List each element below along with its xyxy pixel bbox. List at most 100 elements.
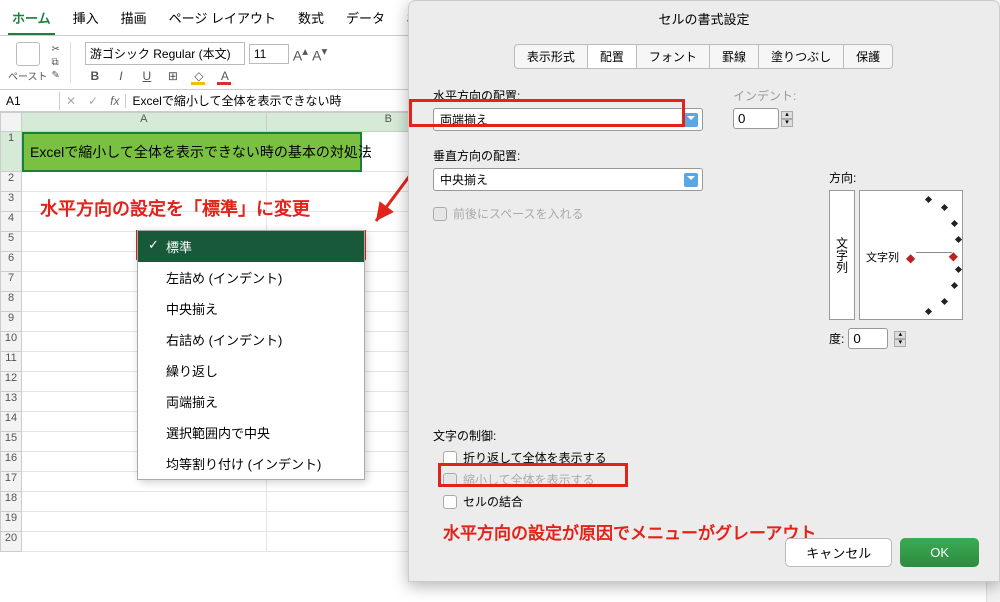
- bold-button[interactable]: B: [85, 69, 105, 83]
- merge-checkbox[interactable]: [443, 495, 457, 509]
- shrink-label: 縮小して全体を表示する: [463, 471, 595, 488]
- orientation-text: 文字列: [866, 249, 899, 265]
- paste-group: ペースト ✂︎ ⧉ ✎: [8, 42, 71, 83]
- font-size-down-icon[interactable]: A▾: [312, 44, 327, 64]
- space-checkbox: [433, 207, 447, 221]
- dlg-tab-fill[interactable]: 塗りつぶし: [758, 44, 844, 69]
- row-header[interactable]: 15: [0, 432, 22, 452]
- annotation-text: 水平方向の設定が原因でメニューがグレーアウト: [443, 519, 816, 544]
- cut-icon[interactable]: ✂︎: [52, 44, 60, 55]
- h-align-dropdown: 標準 左詰め (インデント) 中央揃え 右詰め (インデント) 繰り返し 両端揃…: [137, 230, 365, 480]
- h-align-label: 水平方向の配置:: [433, 87, 703, 104]
- font-group: 游ゴシック Regular (本文) 11 A▴ A▾ B I U ⊞ ◇ A: [77, 42, 335, 83]
- wrap-checkbox[interactable]: [443, 451, 457, 465]
- indent-stepper[interactable]: ▴▾: [781, 111, 793, 127]
- row-header[interactable]: 12: [0, 372, 22, 392]
- orientation-vertical-button[interactable]: 文字列: [829, 190, 855, 320]
- wrap-label: 折り返して全体を表示する: [463, 449, 607, 466]
- dd-item-center[interactable]: 中央揃え: [138, 293, 364, 324]
- v-align-select[interactable]: 中央揃え: [433, 168, 703, 191]
- dd-item-repeat[interactable]: 繰り返し: [138, 355, 364, 386]
- row-header[interactable]: 13: [0, 392, 22, 412]
- tab-layout[interactable]: ページ レイアウト: [165, 4, 280, 35]
- degree-input[interactable]: [848, 328, 888, 349]
- row-header[interactable]: 14: [0, 412, 22, 432]
- col-header-a[interactable]: A: [22, 112, 267, 132]
- h-align-value: 両端揃え: [440, 111, 488, 128]
- dd-item-left[interactable]: 左詰め (インデント): [138, 262, 364, 293]
- indent-label: インデント:: [733, 87, 796, 104]
- dlg-tab-alignment[interactable]: 配置: [587, 44, 637, 69]
- font-name-select[interactable]: 游ゴシック Regular (本文): [85, 42, 245, 65]
- dlg-tab-protect[interactable]: 保護: [843, 44, 893, 69]
- fx-label[interactable]: fx: [104, 94, 126, 108]
- h-align-select[interactable]: 両端揃え: [433, 108, 703, 131]
- cell-text: Excelで縮小して全体を表示できない時の基本の対処法: [30, 142, 372, 162]
- confirm-formula-icon[interactable]: ✓: [82, 94, 104, 108]
- cancel-button[interactable]: キャンセル: [785, 538, 892, 567]
- border-button[interactable]: ⊞: [163, 69, 183, 83]
- dialog-tabs: 表示形式 配置 フォント 罫線 塗りつぶし 保護: [409, 44, 999, 69]
- row-header[interactable]: 7: [0, 272, 22, 292]
- row-header[interactable]: 6: [0, 252, 22, 272]
- dlg-tab-font[interactable]: フォント: [636, 44, 710, 69]
- copy-icon[interactable]: ⧉: [52, 57, 60, 68]
- row-header[interactable]: 16: [0, 452, 22, 472]
- row-header[interactable]: 19: [0, 512, 22, 532]
- orientation-label: 方向:: [829, 169, 963, 186]
- cancel-formula-icon[interactable]: ✕: [60, 94, 82, 108]
- dd-item-center-across[interactable]: 選択範囲内で中央: [138, 417, 364, 448]
- row-header[interactable]: 8: [0, 292, 22, 312]
- row-header[interactable]: 3: [0, 192, 22, 212]
- tab-draw[interactable]: 描画: [117, 4, 151, 35]
- orientation-dial[interactable]: 文字列 ◆ ◆: [859, 190, 963, 320]
- degree-label: 度:: [829, 330, 844, 347]
- font-size-select[interactable]: 11: [249, 44, 289, 64]
- v-align-label: 垂直方向の配置:: [433, 147, 703, 164]
- dd-item-distributed[interactable]: 均等割り付け (インデント): [138, 448, 364, 479]
- ok-button[interactable]: OK: [900, 538, 979, 567]
- dd-item-standard[interactable]: 標準: [138, 231, 364, 262]
- paste-icon[interactable]: [16, 42, 40, 66]
- shrink-checkbox: [443, 473, 457, 487]
- fill-color-button[interactable]: ◇: [189, 69, 209, 83]
- row-header[interactable]: 1: [0, 132, 22, 172]
- row-header[interactable]: 5: [0, 232, 22, 252]
- row-header[interactable]: 4: [0, 212, 22, 232]
- chevron-down-icon: [684, 113, 698, 127]
- underline-button[interactable]: U: [137, 69, 157, 83]
- dd-item-right[interactable]: 右詰め (インデント): [138, 324, 364, 355]
- space-label: 前後にスペースを入れる: [453, 205, 584, 222]
- name-box[interactable]: A1: [0, 92, 60, 110]
- format-cells-dialog: セルの書式設定 表示形式 配置 フォント 罫線 塗りつぶし 保護 水平方向の配置…: [408, 0, 1000, 582]
- row-header[interactable]: 20: [0, 532, 22, 552]
- row-header[interactable]: 11: [0, 352, 22, 372]
- text-control-label: 文字の制御:: [433, 427, 607, 444]
- annotation-text: 水平方向の設定を「標準」に変更: [40, 195, 310, 221]
- paste-label: ペースト: [8, 68, 48, 83]
- selected-merged-cell[interactable]: Excelで縮小して全体を表示できない時の基本の対処法: [22, 132, 362, 172]
- merge-label: セルの結合: [463, 493, 523, 510]
- italic-button[interactable]: I: [111, 69, 131, 83]
- dd-item-justify[interactable]: 両端揃え: [138, 386, 364, 417]
- dlg-tab-number[interactable]: 表示形式: [514, 44, 588, 69]
- font-color-button[interactable]: A: [215, 69, 235, 83]
- row-header[interactable]: 9: [0, 312, 22, 332]
- chevron-down-icon: [684, 173, 698, 187]
- row-header[interactable]: 2: [0, 172, 22, 192]
- indent-input[interactable]: [733, 108, 779, 129]
- tab-home[interactable]: ホーム: [8, 4, 55, 35]
- dlg-tab-border[interactable]: 罫線: [709, 44, 759, 69]
- tab-data[interactable]: データ: [342, 4, 389, 35]
- row-header[interactable]: 10: [0, 332, 22, 352]
- font-size-up-icon[interactable]: A▴: [293, 44, 308, 64]
- row-header[interactable]: 18: [0, 492, 22, 512]
- select-all-corner[interactable]: [0, 112, 22, 132]
- format-painter-icon[interactable]: ✎: [52, 70, 60, 81]
- dialog-title: セルの書式設定: [409, 1, 999, 36]
- tab-insert[interactable]: 挿入: [69, 4, 103, 35]
- tab-formula[interactable]: 数式: [294, 4, 328, 35]
- row-header[interactable]: 17: [0, 472, 22, 492]
- degree-stepper[interactable]: ▴▾: [894, 331, 906, 347]
- v-align-value: 中央揃え: [440, 171, 488, 188]
